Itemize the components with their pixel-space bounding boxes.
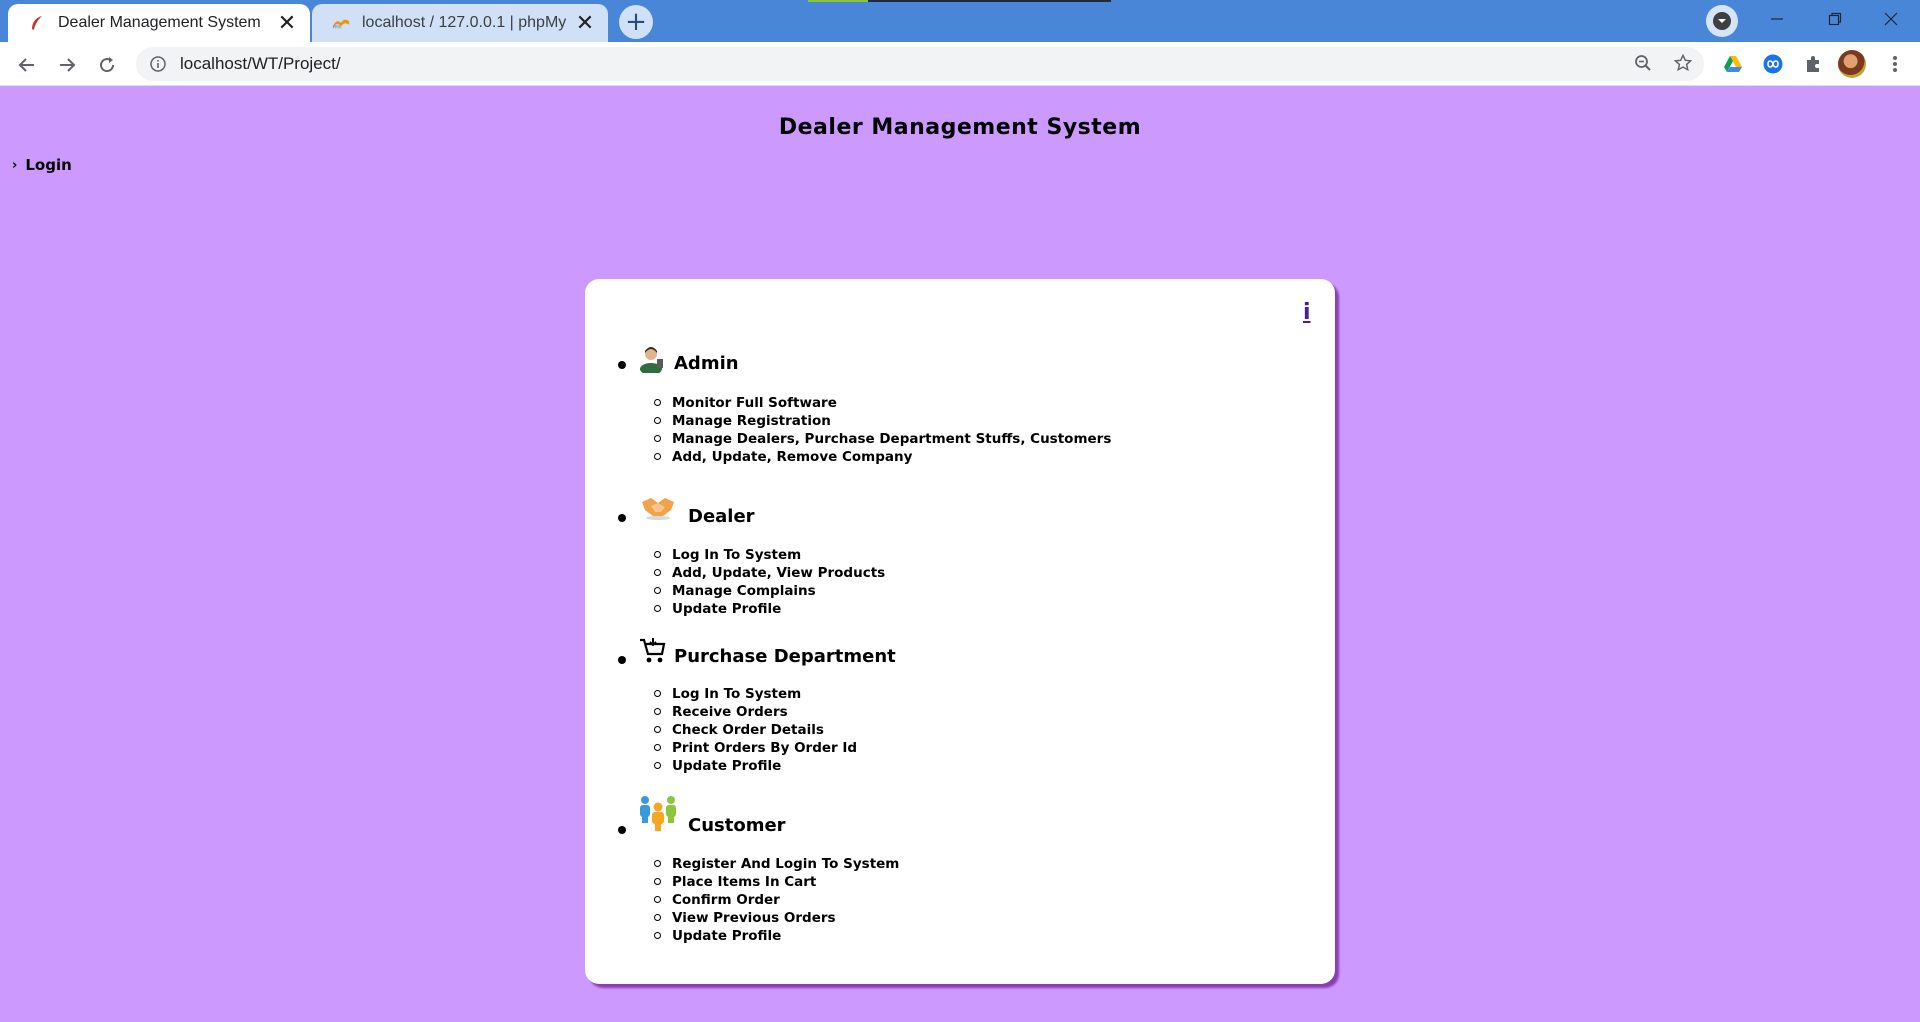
back-arrow-icon[interactable] [12, 50, 42, 80]
bookmark-star-icon[interactable] [1668, 48, 1698, 78]
phpmyadmin-favicon-icon: PMA [332, 14, 350, 32]
restore-window-icon[interactable] [1806, 0, 1864, 38]
page-title: Dealer Management System [778, 115, 1142, 140]
dealer-duties-list: Log In To System Add, Update, View Produ… [654, 546, 885, 618]
role-bullet [618, 361, 626, 369]
tab-title: Dealer Management System [58, 14, 261, 31]
list-item: Register And Login To System [654, 855, 899, 873]
info-link[interactable]: i [1303, 300, 1311, 325]
browser-toolbar: localhost/WT/Project/ [0, 42, 1920, 86]
address-bar[interactable]: localhost/WT/Project/ [136, 47, 1704, 81]
profile-avatar[interactable] [1838, 50, 1866, 78]
url-text[interactable]: localhost/WT/Project/ [180, 54, 341, 74]
google-drive-icon[interactable] [1718, 49, 1748, 79]
list-item: Confirm Order [654, 891, 899, 909]
people-group-icon [638, 795, 680, 835]
login-link[interactable]: › Login [12, 156, 72, 174]
role-name: Customer [688, 815, 786, 836]
zoom-icon[interactable] [1628, 48, 1658, 78]
browser-tab-bar: Dealer Management System ✕ PMA localhost… [0, 0, 1920, 42]
feather-favicon-icon [28, 14, 46, 32]
site-info-icon[interactable] [150, 56, 166, 72]
tab-dealer-management[interactable]: Dealer Management System ✕ [8, 4, 310, 42]
close-tab-icon[interactable]: ✕ [276, 10, 298, 35]
tab-search-dropdown-icon[interactable] [1706, 5, 1738, 37]
role-name: Purchase Department [674, 646, 896, 667]
list-item: Log In To System [654, 546, 885, 564]
tab-title: localhost / 127.0.0.1 | phpMyAdmin [362, 14, 566, 31]
handshake-icon [641, 494, 675, 524]
list-item: Print Orders By Order Id [654, 739, 857, 757]
cart-icon [638, 636, 666, 668]
list-item: Add, Update, Remove Company [654, 448, 1111, 466]
purchase-department-duties-list: Log In To System Receive Orders Check Or… [654, 685, 857, 775]
browser-menu-kebab-icon[interactable] [1880, 49, 1910, 79]
list-item: Place Items In Cart [654, 873, 899, 891]
list-item: Monitor Full Software [654, 394, 1111, 412]
list-item: Manage Registration [654, 412, 1111, 430]
close-window-icon[interactable] [1862, 0, 1920, 38]
list-item: Add, Update, View Products [654, 564, 885, 582]
new-tab-plus-icon[interactable]: + [619, 5, 653, 39]
list-item: View Previous Orders [654, 909, 899, 927]
login-label: Login [25, 156, 72, 174]
close-tab-icon[interactable]: ✕ [574, 10, 596, 35]
admin-person-icon [639, 345, 665, 377]
list-item: Check Order Details [654, 721, 857, 739]
infinity-extension-icon[interactable] [1758, 49, 1788, 79]
list-item: Update Profile [654, 757, 857, 775]
role-bullet [618, 826, 626, 834]
list-item: Manage Complains [654, 582, 885, 600]
list-item: Manage Dealers, Purchase Department Stuf… [654, 430, 1111, 448]
tab-strip-dark [868, 0, 1111, 2]
role-bullet [618, 514, 626, 522]
extensions-puzzle-icon[interactable] [1798, 49, 1828, 79]
reload-icon[interactable] [92, 50, 122, 80]
tab-phpmyadmin[interactable]: PMA localhost / 127.0.0.1 | phpMyAdmin ✕ [312, 4, 608, 42]
admin-duties-list: Monitor Full Software Manage Registratio… [654, 394, 1111, 466]
forward-arrow-icon[interactable] [52, 50, 82, 80]
role-bullet [618, 656, 626, 664]
list-item: Log In To System [654, 685, 857, 703]
tab-strip-accent [808, 0, 868, 2]
role-name: Admin [674, 353, 739, 374]
role-name: Dealer [688, 506, 755, 527]
svg-text:PMA: PMA [333, 25, 342, 30]
list-item: Update Profile [654, 600, 885, 618]
customer-duties-list: Register And Login To System Place Items… [654, 855, 899, 945]
list-item: Update Profile [654, 927, 899, 945]
list-item: Receive Orders [654, 703, 857, 721]
chevron-right-icon: › [12, 157, 18, 173]
minimize-window-icon[interactable] [1748, 0, 1806, 38]
